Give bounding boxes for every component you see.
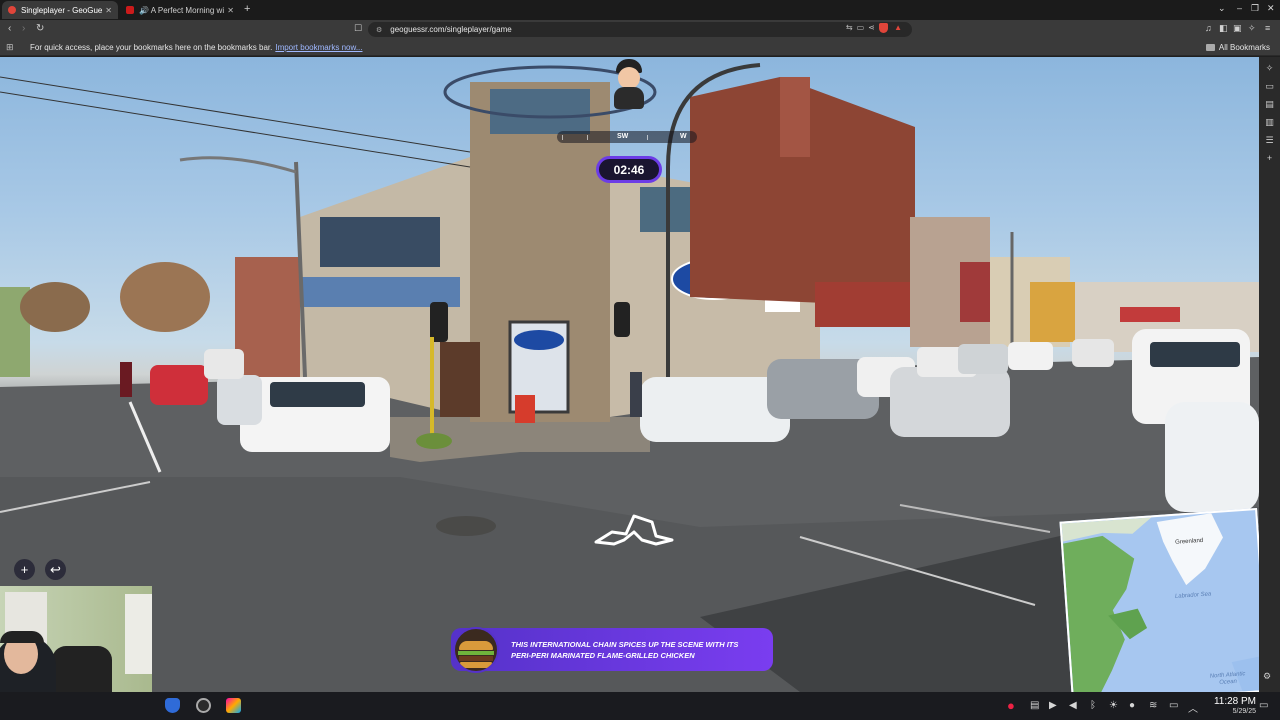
minimap-land — [1061, 513, 1259, 692]
tray-expand-icon[interactable]: ︿ — [1188, 700, 1198, 715]
import-bookmarks-link[interactable]: Import bookmarks now... — [275, 43, 362, 52]
reading-list-icon[interactable]: ▭ — [1259, 81, 1280, 93]
history-icon[interactable]: ▥ — [1259, 117, 1280, 129]
compass-direction: W — [680, 133, 687, 140]
forward-button[interactable]: › — [22, 23, 25, 34]
leo-icon[interactable]: ✧ — [1248, 23, 1256, 34]
browser-tab-strip: Singleplayer - GeoGuessr ✕ 🔊 A Perfect M… — [0, 0, 1280, 20]
clock-date: 5/29/25 — [1232, 708, 1256, 715]
all-bookmarks-button[interactable]: All Bookmarks — [1205, 43, 1270, 52]
bitwarden-taskbar-icon[interactable] — [165, 698, 180, 713]
address-bar[interactable]: ⚙ geoguessr.com/singleplayer/game ⇆▭⋖ ▲ — [368, 22, 912, 37]
burger-icon — [453, 626, 499, 673]
new-tab-button[interactable]: + — [244, 3, 250, 15]
compass-direction: SW — [617, 133, 629, 140]
address-text: geoguessr.com/singleplayer/game — [390, 25, 512, 34]
media-player-tray-icon[interactable]: ▶ — [1049, 700, 1057, 711]
bookmarks-sidebar-icon[interactable]: ▤ — [1259, 99, 1280, 111]
tab-title: Singleplayer - GeoGuessr — [21, 5, 103, 15]
add-sidebar-item-icon[interactable]: + — [1259, 153, 1280, 165]
webcam-overlay — [0, 586, 152, 692]
return-to-start-button[interactable]: ↩ — [45, 559, 66, 580]
rewards-icon[interactable]: ▲ — [894, 23, 906, 32]
hint-text: THIS INTERNATIONAL CHAIN SPICES UP THE S… — [511, 639, 739, 660]
obs-taskbar-icon[interactable] — [196, 698, 211, 713]
sidebar-toggle-icon[interactable]: ◧ — [1219, 23, 1228, 34]
tab-youtube[interactable]: 🔊 A Perfect Morning with ✕ — [120, 1, 240, 19]
volume-tray-icon[interactable]: ◀ — [1069, 700, 1077, 711]
apps-grid-icon[interactable]: ⊞ — [6, 42, 14, 53]
back-button[interactable]: ‹ — [8, 23, 11, 34]
playlist-icon[interactable]: ☰ — [1259, 135, 1280, 147]
close-tab-icon[interactable]: ✕ — [105, 6, 112, 15]
bluetooth-tray-icon[interactable]: ᛒ — [1090, 700, 1096, 711]
show-desktop-icon[interactable]: ▭ — [1259, 700, 1268, 711]
restore-button[interactable]: ❐ — [1251, 3, 1259, 14]
translate-icon[interactable]: ⇆ — [846, 23, 857, 32]
menu-icon[interactable]: ≡ — [1265, 23, 1270, 33]
share-icon[interactable]: ⋖ — [868, 23, 879, 32]
bookmark-star-icon[interactable]: ☐ — [354, 23, 362, 34]
microphone-tray-icon[interactable]: ● — [1129, 700, 1135, 711]
all-bookmarks-label: All Bookmarks — [1218, 43, 1270, 52]
compass-bar: SW W — [557, 131, 697, 143]
bookmarks-prompt: For quick access, place your bookmarks h… — [30, 43, 363, 52]
move-forward-arrow-icon[interactable] — [594, 512, 674, 546]
minimap-label-atlantic: North Atlantic Ocean — [1209, 671, 1246, 687]
avatar — [610, 57, 648, 109]
address-bar-actions: ⇆▭⋖ ▲ — [846, 23, 906, 33]
obs-tray-icon[interactable]: ● — [1007, 698, 1015, 713]
leo-sidebar-icon[interactable]: ✧ — [1259, 63, 1280, 75]
bookmarks-bar: ⊞ For quick access, place your bookmarks… — [0, 39, 1280, 56]
close-window-button[interactable]: ✕ — [1267, 3, 1275, 14]
cast-icon[interactable]: ▭ — [857, 23, 869, 32]
clock-time: 11:28 PM — [1213, 696, 1256, 707]
streetview-panorama[interactable]: SW W 02:46 + ↩ Greenland Labrador Sea No… — [0, 57, 1259, 692]
tab-title: 🔊 A Perfect Morning with — [139, 5, 225, 15]
sidebar-settings-icon[interactable]: ⚙ — [1263, 671, 1271, 683]
os-taskbar: ● ▤ ▶ ◀ ᛒ ☀ ● ≋ ▭ ︿ 11:28 PM 5/29/25 ▭ — [0, 692, 1280, 720]
media-icon[interactable]: ♫ — [1205, 23, 1212, 33]
hint-banner: THIS INTERNATIONAL CHAIN SPICES UP THE S… — [451, 626, 773, 673]
geoguessr-favicon-icon — [8, 6, 16, 14]
tab-geoguessr[interactable]: Singleplayer - GeoGuessr ✕ — [2, 1, 118, 19]
browser-taskbar-icon[interactable] — [226, 698, 241, 713]
wifi-tray-icon[interactable]: ≋ — [1149, 700, 1157, 711]
youtube-favicon-icon — [126, 6, 134, 14]
folder-icon — [1205, 44, 1215, 52]
brightness-tray-icon[interactable]: ☀ — [1109, 700, 1118, 711]
battery-tray-icon[interactable]: ▭ — [1169, 700, 1178, 711]
guess-minimap[interactable]: Greenland Labrador Sea North Atlantic Oc… — [1059, 508, 1259, 692]
brave-shield-icon[interactable] — [878, 23, 888, 33]
browser-toolbar: ‹ › ↻ ☐ ⚙ geoguessr.com/singleplayer/gam… — [0, 20, 1280, 39]
site-info-icon[interactable]: ⚙ — [376, 26, 382, 34]
bookmarks-prompt-text: For quick access, place your bookmarks h… — [30, 43, 273, 52]
zoom-in-button[interactable]: + — [14, 559, 35, 580]
clipboard-tray-icon[interactable]: ▤ — [1030, 700, 1039, 711]
system-clock[interactable]: 11:28 PM 5/29/25 — [1200, 696, 1256, 716]
browser-side-panel: ✧ ▭ ▤ ▥ ☰ + ⚙ — [1259, 57, 1280, 692]
minimize-button[interactable]: – — [1237, 3, 1242, 13]
round-timer: 02:46 — [596, 156, 662, 183]
wallet-icon[interactable]: ▣ — [1233, 23, 1242, 34]
tab-search-icon[interactable]: ⌄ — [1218, 3, 1226, 14]
close-tab-icon[interactable]: ✕ — [227, 6, 234, 15]
reload-button[interactable]: ↻ — [36, 23, 44, 34]
